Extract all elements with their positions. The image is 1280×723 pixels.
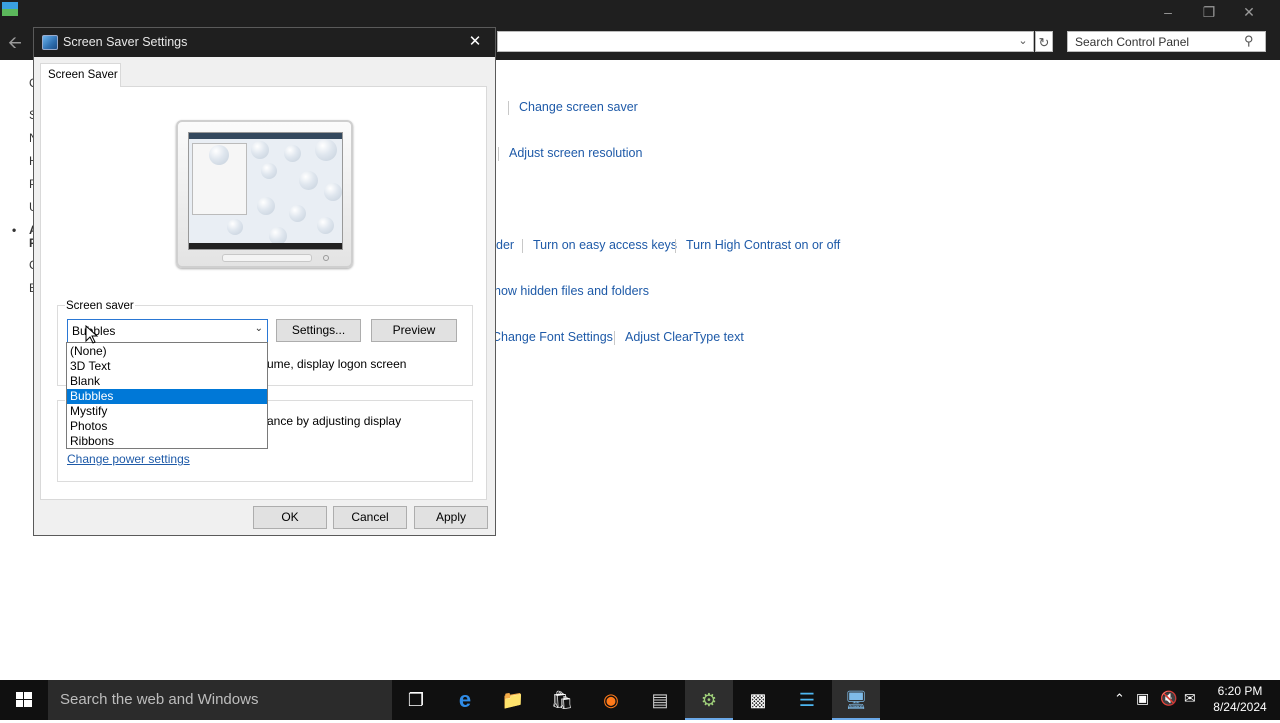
preview-monitor bbox=[176, 120, 353, 268]
preview-taskbar bbox=[189, 243, 342, 249]
screen-saver-group-label: Screen saver bbox=[65, 300, 135, 312]
mouse-cursor-icon bbox=[85, 325, 99, 344]
screen-saver-dropdown-list: (None) 3D Text Blank Bubbles Mystify Pho… bbox=[66, 342, 268, 449]
narrator-link[interactable]: der bbox=[496, 238, 514, 252]
apply-button[interactable]: Apply bbox=[414, 506, 488, 529]
preview-screen bbox=[188, 132, 343, 250]
preview-titlebar bbox=[189, 133, 342, 139]
bubble-shape bbox=[299, 171, 318, 190]
font-settings-link[interactable]: Change Font Settings bbox=[492, 330, 613, 344]
restore-button[interactable]: ❐ bbox=[1189, 2, 1229, 22]
settings-app-icon[interactable]: ☰ bbox=[783, 680, 831, 720]
link-separator bbox=[498, 147, 499, 161]
edge-icon[interactable]: e bbox=[441, 680, 489, 720]
address-bar[interactable] bbox=[497, 31, 1034, 52]
bubble-shape bbox=[315, 139, 337, 161]
refresh-icon[interactable]: ↻ bbox=[1035, 31, 1053, 52]
bubble-shape bbox=[324, 183, 342, 201]
option-blank[interactable]: Blank bbox=[67, 374, 267, 389]
resume-logon-label: ume, display logon screen bbox=[267, 357, 407, 371]
link-separator bbox=[614, 331, 615, 345]
control-panel-taskbar-icon[interactable]: ⚙ bbox=[685, 680, 733, 720]
dialog-titlebar[interactable]: Screen Saver Settings ✕ bbox=[34, 28, 495, 57]
chevron-up-icon[interactable]: ⌃ bbox=[1114, 691, 1125, 707]
easy-access-keys-link[interactable]: Turn on easy access keys bbox=[533, 238, 677, 252]
option-bubbles[interactable]: Bubbles bbox=[67, 389, 267, 404]
link-separator bbox=[675, 239, 676, 253]
screen-saver-dialog: Screen Saver Settings ✕ Screen Saver Scr… bbox=[33, 27, 496, 536]
terminal-icon[interactable]: ▩ bbox=[734, 680, 782, 720]
dialog-close-button[interactable]: ✕ bbox=[458, 31, 492, 53]
monitor-icon bbox=[42, 35, 58, 50]
minimize-button[interactable]: – bbox=[1148, 2, 1188, 22]
store-icon[interactable]: 🛍 bbox=[538, 680, 586, 720]
firefox-icon[interactable]: ◉ bbox=[587, 680, 635, 720]
option-none[interactable]: (None) bbox=[67, 344, 267, 359]
bubble-shape bbox=[289, 205, 306, 222]
volume-muted-icon[interactable]: 🔇 bbox=[1160, 690, 1177, 707]
change-power-settings-link[interactable]: Change power settings bbox=[67, 452, 190, 466]
chevron-down-icon[interactable]: ⌄ bbox=[255, 323, 263, 334]
monitor-stand bbox=[222, 254, 312, 262]
file-explorer-icon[interactable]: 📁 bbox=[489, 680, 537, 720]
option-photos[interactable]: Photos bbox=[67, 419, 267, 434]
app-icon[interactable]: ▤ bbox=[636, 680, 684, 720]
option-mystify[interactable]: Mystify bbox=[67, 404, 267, 419]
windows-logo-icon bbox=[16, 692, 32, 707]
taskbar: Search the web and Windows ❐ e 📁 🛍 ◉ ▤ ⚙… bbox=[0, 680, 1280, 720]
taskbar-search-input[interactable]: Search the web and Windows bbox=[48, 680, 392, 720]
bubble-shape bbox=[261, 163, 277, 179]
bubble-shape bbox=[257, 197, 275, 215]
power-description: ance by adjusting display bbox=[267, 414, 402, 428]
control-panel-titlebar: – ❐ ✕ bbox=[0, 0, 1280, 26]
bubble-shape bbox=[251, 141, 269, 159]
change-screen-saver-link[interactable]: Change screen saver bbox=[519, 100, 638, 114]
link-separator bbox=[508, 101, 509, 115]
bubble-shape bbox=[227, 219, 243, 235]
bubble-shape bbox=[317, 217, 334, 234]
preview-button[interactable]: Preview bbox=[371, 319, 457, 342]
settings-button[interactable]: Settings... bbox=[276, 319, 361, 342]
tab-screen-saver[interactable]: Screen Saver bbox=[40, 63, 121, 87]
close-button[interactable]: ✕ bbox=[1229, 2, 1269, 22]
clock-time[interactable]: 6:20 PM bbox=[1208, 684, 1272, 698]
bubble-shape bbox=[284, 145, 301, 162]
search-icon[interactable]: ⚲ bbox=[1244, 33, 1260, 49]
adjust-resolution-link[interactable]: Adjust screen resolution bbox=[509, 146, 642, 160]
start-button[interactable] bbox=[0, 680, 48, 720]
task-view-icon[interactable]: ❐ bbox=[392, 680, 440, 720]
cancel-button[interactable]: Cancel bbox=[333, 506, 407, 529]
screen-saver-taskbar-icon[interactable]: 🖥 bbox=[832, 680, 880, 720]
bubble-shape bbox=[209, 145, 229, 165]
control-panel-icon bbox=[2, 2, 18, 16]
chevron-down-icon[interactable]: ⌄ bbox=[1014, 31, 1032, 52]
network-icon[interactable]: ▣ bbox=[1136, 690, 1149, 707]
bullet-icon: • bbox=[12, 223, 17, 237]
cleartype-link[interactable]: Adjust ClearType text bbox=[625, 330, 744, 344]
ok-button[interactable]: OK bbox=[253, 506, 327, 529]
option-3d-text[interactable]: 3D Text bbox=[67, 359, 267, 374]
back-arrow-icon[interactable]: 🡨 bbox=[8, 30, 30, 52]
high-contrast-link[interactable]: Turn High Contrast on or off bbox=[686, 238, 840, 252]
link-separator bbox=[522, 239, 523, 253]
clock-date[interactable]: 8/24/2024 bbox=[1208, 700, 1272, 714]
power-led-icon bbox=[323, 255, 329, 261]
search-input[interactable]: Search Control Panel bbox=[1067, 31, 1266, 52]
notifications-icon[interactable]: ✉ bbox=[1184, 690, 1196, 707]
dialog-title: Screen Saver Settings bbox=[63, 35, 188, 49]
hidden-files-link[interactable]: how hidden files and folders bbox=[494, 284, 649, 298]
option-ribbons[interactable]: Ribbons bbox=[67, 434, 267, 449]
